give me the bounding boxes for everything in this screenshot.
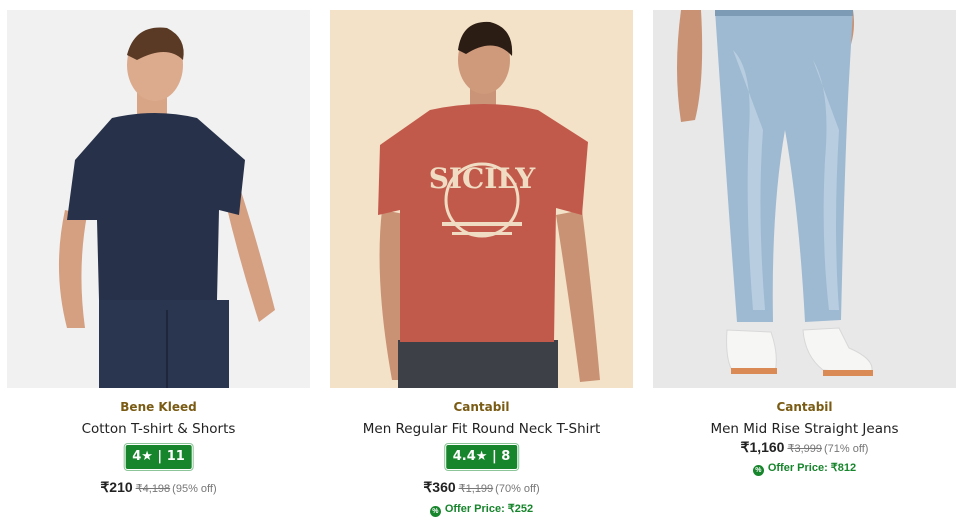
review-count: 11 (166, 449, 185, 464)
offer-price: % Offer Price: ₹252 (330, 502, 633, 517)
percent-badge-icon: % (429, 506, 441, 517)
product-brand: Cantabil (453, 400, 510, 414)
product-image[interactable] (7, 10, 310, 388)
sale-price: ₹210 (100, 479, 133, 495)
offer-price-text: Offer Price: ₹812 (767, 462, 857, 474)
product-brand: Cantabil (776, 400, 833, 414)
price-row: ₹1,160 ₹3,999 (71% off) (653, 439, 956, 457)
star-icon: ★ (475, 449, 488, 464)
product-grid: Bene Kleed Cotton T-shirt & Shorts 4★ | … (0, 0, 961, 522)
sale-price: ₹1,160 (740, 439, 785, 455)
product-brand: Bene Kleed (120, 400, 197, 414)
discount-label: (70% off) (495, 483, 540, 495)
original-price: ₹3,999 (787, 443, 823, 455)
rating-badge: 4★ | 11 (123, 443, 194, 471)
offer-price-text: Offer Price: ₹252 (444, 503, 534, 515)
original-price: ₹1,199 (458, 483, 494, 495)
price-row: ₹360 ₹1,199 (70% off) (330, 479, 633, 497)
product-title[interactable]: Cotton T-shirt & Shorts (7, 421, 310, 437)
price-row: ₹210 ₹4,198 (95% off) (7, 479, 310, 497)
product-card[interactable]: Cantabil Men Mid Rise Straight Jeans ₹1,… (653, 10, 956, 522)
product-photo (7, 10, 310, 388)
product-title[interactable]: Men Regular Fit Round Neck T-Shirt (330, 421, 633, 437)
product-card[interactable]: Bene Kleed Cotton T-shirt & Shorts 4★ | … (7, 10, 310, 522)
offer-price: % Offer Price: ₹812 (653, 461, 956, 476)
discount-label: (95% off) (172, 483, 217, 495)
product-photo: SICILY (330, 10, 633, 388)
shirt-print-text: SICILY (429, 162, 537, 195)
product-title[interactable]: Men Mid Rise Straight Jeans (653, 421, 956, 437)
percent-badge-icon: % (752, 465, 764, 476)
original-price: ₹4,198 (135, 483, 171, 495)
sale-price: ₹360 (423, 479, 456, 495)
discount-label: (71% off) (824, 443, 869, 455)
rating-value: 4 (132, 449, 142, 464)
product-image[interactable] (653, 10, 956, 388)
product-image[interactable]: SICILY (330, 10, 633, 388)
star-icon: ★ (141, 449, 153, 464)
review-count: 8 (501, 449, 511, 464)
product-photo (653, 10, 956, 388)
product-card[interactable]: SICILY Cantabil Men Regular Fit Round Ne… (330, 10, 633, 522)
rating-value: 4.4 (452, 449, 476, 464)
rating-badge: 4.4★ | 8 (443, 443, 520, 471)
